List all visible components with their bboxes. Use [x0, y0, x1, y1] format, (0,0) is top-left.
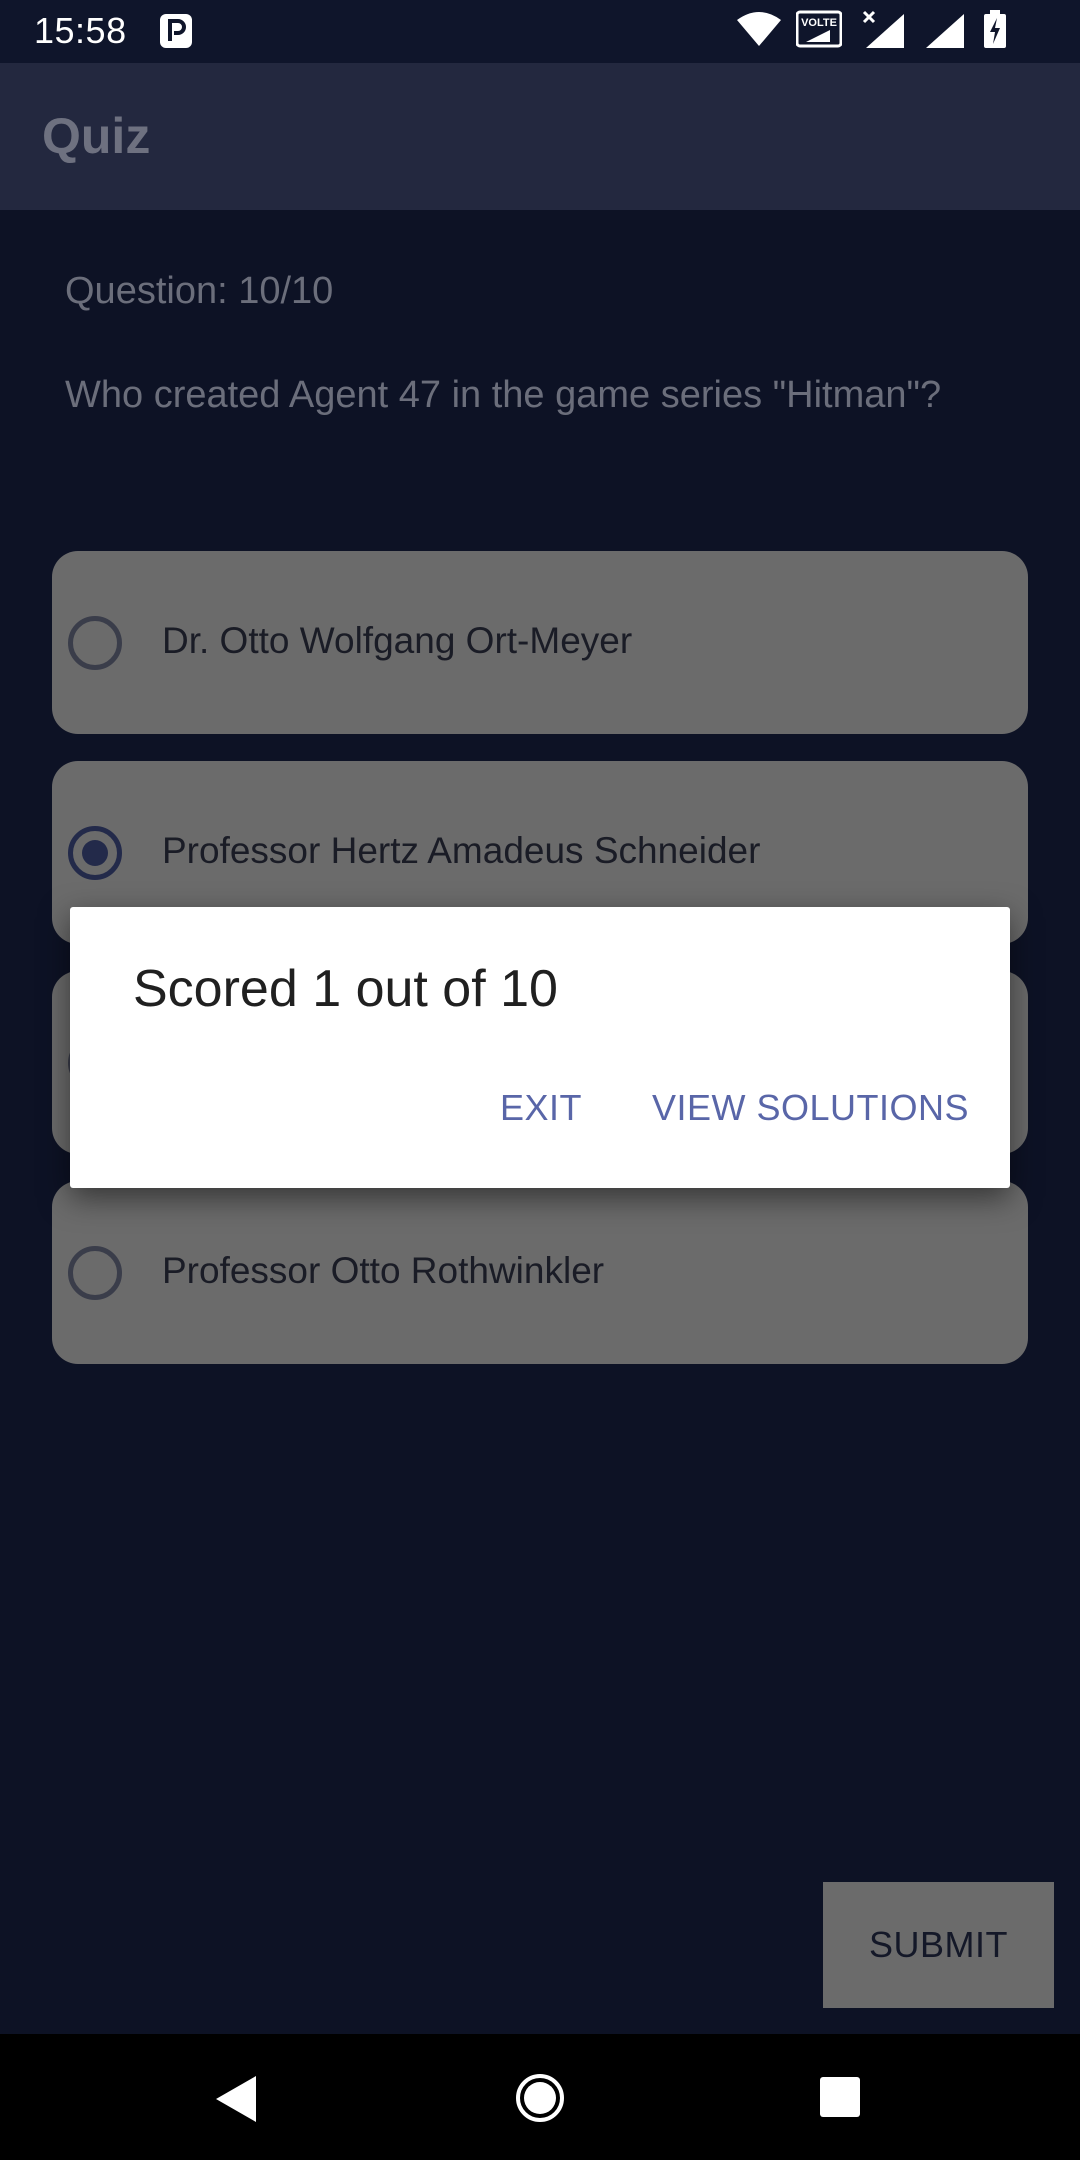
quiz-screen: 15:58 VOLTE Quiz Question: 10/10 Who cre… — [0, 0, 1080, 2160]
back-icon[interactable] — [214, 2074, 258, 2124]
exit-button[interactable]: EXIT — [490, 1083, 592, 1133]
score-dialog: Scored 1 out of 10 EXIT VIEW SOLUTIONS — [70, 907, 1010, 1188]
home-icon[interactable] — [514, 2072, 566, 2124]
app-title: Quiz — [42, 108, 151, 164]
question-text: Who created Agent 47 in the game series … — [65, 374, 942, 416]
dialog-title: Scored 1 out of 10 — [133, 960, 558, 1018]
status-icons: VOLTE — [736, 10, 1056, 52]
radio-button[interactable] — [68, 616, 122, 670]
svg-text:VOLTE: VOLTE — [801, 17, 837, 29]
answer-option-1[interactable]: Dr. Otto Wolfgang Ort-Meyer — [52, 551, 1028, 734]
app-bar: Quiz — [0, 63, 1080, 210]
answer-label: Professor Hertz Amadeus Schneider — [162, 830, 761, 871]
recents-icon[interactable] — [819, 2076, 861, 2118]
answer-label: Dr. Otto Wolfgang Ort-Meyer — [162, 620, 633, 661]
question-counter: Question: 10/10 — [65, 270, 334, 312]
submit-button[interactable]: SUBMIT — [823, 1882, 1054, 2008]
signal-icon — [926, 14, 964, 48]
parking-icon — [160, 14, 192, 48]
wifi-icon — [737, 12, 781, 46]
volte-icon: VOLTE — [796, 10, 842, 48]
view-solutions-button[interactable]: VIEW SOLUTIONS — [642, 1083, 979, 1133]
answer-option-4[interactable]: Professor Otto Rothwinkler — [52, 1181, 1028, 1364]
status-bar: 15:58 VOLTE — [0, 0, 1080, 63]
radio-button-selected[interactable] — [68, 826, 122, 880]
radio-button[interactable] — [68, 1246, 122, 1300]
status-time: 15:58 — [34, 10, 127, 51]
battery-charging-icon — [984, 10, 1006, 48]
answer-label: Professor Otto Rothwinkler — [162, 1250, 605, 1291]
navigation-bar — [0, 2034, 1080, 2160]
signal-icon — [862, 10, 904, 48]
